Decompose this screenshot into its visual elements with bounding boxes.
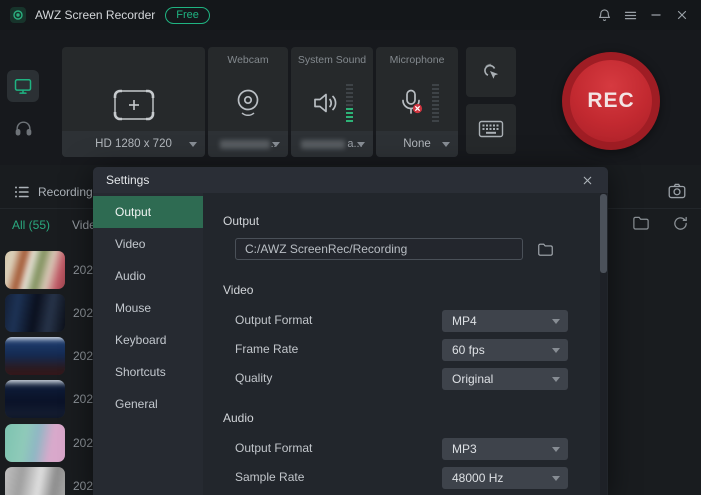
resolution-value: HD 1280 x 720 bbox=[95, 138, 172, 150]
nav-item-audio[interactable]: Audio bbox=[93, 260, 203, 292]
recording-thumbnail bbox=[5, 424, 65, 462]
audio-output-format-value: MP3 bbox=[452, 442, 477, 456]
notification-bell-icon[interactable] bbox=[591, 0, 617, 30]
microphone-device-value: None bbox=[403, 138, 431, 150]
chevron-down-icon bbox=[442, 142, 450, 147]
chevron-down-icon bbox=[552, 476, 560, 481]
chevron-down-icon bbox=[552, 319, 560, 324]
nav-item-output[interactable]: Output bbox=[93, 196, 203, 228]
audio-record-mode-button[interactable] bbox=[11, 116, 35, 140]
sample-rate-value: 48000 Hz bbox=[452, 471, 504, 485]
output-section-header: Output bbox=[223, 214, 260, 228]
rec-label: REC bbox=[587, 89, 635, 112]
nav-item-shortcuts[interactable]: Shortcuts bbox=[93, 356, 203, 388]
screenshot-camera-icon[interactable] bbox=[667, 182, 687, 200]
quality-label: Quality bbox=[235, 371, 273, 385]
sample-rate-label: Sample Rate bbox=[235, 470, 305, 484]
open-folder-icon[interactable] bbox=[632, 215, 650, 232]
rec-button[interactable]: REC bbox=[562, 52, 660, 150]
microphone-meter bbox=[431, 84, 439, 122]
sample-rate-dropdown[interactable]: 48000 Hz bbox=[442, 467, 568, 489]
chevron-down-icon bbox=[552, 348, 560, 353]
keystroke-display-button[interactable] bbox=[466, 104, 516, 154]
webcam-panel[interactable]: Webcam .. bbox=[208, 47, 288, 157]
video-output-format-dropdown[interactable]: MP4 bbox=[442, 310, 568, 332]
app-window: AWZ Screen Recorder Free HD 1280 x 720 W… bbox=[0, 0, 701, 495]
list-icon bbox=[14, 185, 30, 199]
chevron-down-icon bbox=[552, 447, 560, 452]
microphone-label: Microphone bbox=[389, 54, 445, 66]
nav-item-keyboard[interactable]: Keyboard bbox=[93, 324, 203, 356]
chevron-down-icon bbox=[552, 377, 560, 382]
webcam-device-blurred bbox=[219, 139, 270, 149]
settings-content: Output Video Output Format MP4 Frame Rat… bbox=[203, 193, 608, 495]
quality-value: Original bbox=[452, 372, 494, 386]
system-sound-meter bbox=[345, 84, 353, 122]
recording-thumbnail bbox=[5, 337, 65, 375]
recording-thumbnail bbox=[5, 294, 65, 332]
microphone-panel[interactable]: Microphone None bbox=[376, 47, 458, 157]
mouse-click-effect-button[interactable] bbox=[466, 47, 516, 97]
audio-section-header: Audio bbox=[223, 411, 254, 425]
frame-rate-label: Frame Rate bbox=[235, 342, 299, 356]
system-sound-device-dropdown[interactable]: a... bbox=[291, 131, 373, 157]
recording-thumbnail bbox=[5, 467, 65, 495]
menu-icon[interactable] bbox=[617, 0, 643, 30]
settings-nav: Output Video Audio Mouse Keyboard Shortc… bbox=[93, 193, 203, 495]
system-sound-device-blurred bbox=[301, 139, 346, 149]
resolution-dropdown[interactable]: HD 1280 x 720 bbox=[62, 131, 205, 157]
nav-item-mouse[interactable]: Mouse bbox=[93, 292, 203, 324]
webcam-device-dropdown[interactable]: .. bbox=[208, 131, 288, 157]
app-title: AWZ Screen Recorder bbox=[35, 8, 156, 22]
frame-rate-dropdown[interactable]: 60 fps bbox=[442, 339, 568, 361]
quality-dropdown[interactable]: Original bbox=[442, 368, 568, 390]
video-output-format-value: MP4 bbox=[452, 314, 477, 328]
tab-all[interactable]: All (55) bbox=[12, 218, 50, 232]
system-sound-panel[interactable]: System Sound a... bbox=[291, 47, 373, 157]
chevron-down-icon bbox=[189, 142, 197, 147]
app-logo-icon bbox=[10, 7, 26, 23]
minimize-button[interactable] bbox=[643, 0, 669, 30]
settings-title: Settings bbox=[106, 173, 150, 187]
nav-item-general[interactable]: General bbox=[93, 388, 203, 420]
frame-rate-value: 60 fps bbox=[452, 343, 485, 357]
video-output-format-label: Output Format bbox=[235, 313, 313, 327]
settings-scrollbar[interactable] bbox=[600, 193, 607, 495]
system-sound-icon bbox=[291, 77, 373, 129]
webcam-label: Webcam bbox=[227, 54, 269, 66]
chevron-down-icon bbox=[357, 142, 365, 147]
webcam-icon bbox=[208, 77, 288, 129]
scrollbar-thumb[interactable] bbox=[600, 194, 607, 273]
recording-thumbnail bbox=[5, 251, 65, 289]
screen-record-mode-button[interactable] bbox=[7, 70, 39, 102]
capture-region-panel[interactable]: HD 1280 x 720 bbox=[62, 47, 205, 157]
refresh-icon[interactable] bbox=[672, 215, 689, 232]
free-badge[interactable]: Free bbox=[165, 6, 210, 24]
chevron-down-icon bbox=[272, 142, 280, 147]
output-path-input[interactable] bbox=[235, 238, 523, 260]
titlebar: AWZ Screen Recorder Free bbox=[0, 0, 701, 30]
nav-item-video[interactable]: Video bbox=[93, 228, 203, 260]
system-sound-label: System Sound bbox=[297, 54, 367, 66]
video-section-header: Video bbox=[223, 283, 254, 297]
browse-folder-icon[interactable] bbox=[534, 238, 556, 260]
audio-output-format-dropdown[interactable]: MP3 bbox=[442, 438, 568, 460]
settings-dialog: Settings Output Video Audio Mouse Keyboa… bbox=[93, 167, 608, 495]
microphone-device-dropdown[interactable]: None bbox=[376, 131, 458, 157]
audio-output-format-label: Output Format bbox=[235, 441, 313, 455]
microphone-icon bbox=[376, 77, 458, 129]
settings-close-button[interactable] bbox=[574, 167, 600, 193]
settings-dialog-titlebar: Settings bbox=[93, 167, 608, 193]
close-button[interactable] bbox=[669, 0, 695, 30]
recording-thumbnail bbox=[5, 380, 65, 418]
